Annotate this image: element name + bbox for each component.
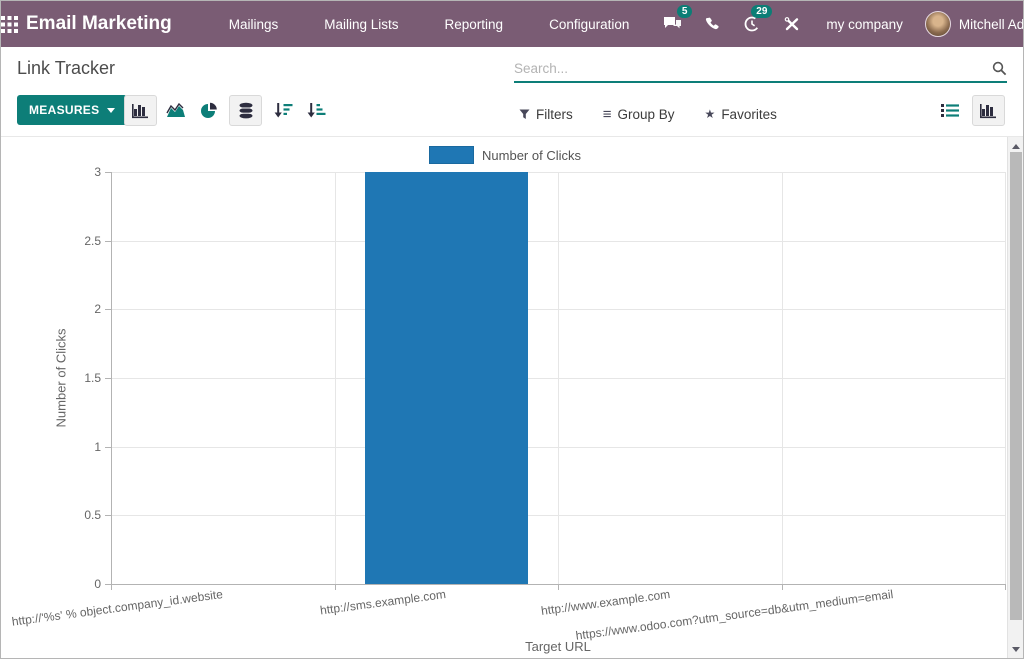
- graph-view-icon: [979, 102, 998, 119]
- sort-descending-button[interactable]: [267, 95, 300, 126]
- top-navbar: Email Marketing Mailings Mailing Lists R…: [1, 1, 1023, 47]
- search-box: [514, 55, 1007, 83]
- user-menu[interactable]: Mitchell Admin: [925, 11, 1024, 37]
- graph-view-button[interactable]: [972, 95, 1005, 126]
- apps-menu-button[interactable]: [1, 1, 18, 47]
- phone-icon: [704, 16, 720, 32]
- control-panel-toolbar: MEASURES: [1, 91, 1023, 137]
- sort-ascending-button[interactable]: [300, 95, 333, 126]
- messages-badge: 5: [677, 5, 693, 18]
- triangle-down-icon: [1012, 647, 1020, 652]
- scroll-up-arrow[interactable]: [1008, 139, 1024, 153]
- area-chart-icon: [166, 103, 186, 119]
- x-tick-mark: [335, 584, 336, 590]
- sort-asc-icon: [307, 102, 326, 119]
- filters-button[interactable]: Filters: [519, 107, 573, 122]
- measures-button[interactable]: MEASURES: [17, 95, 127, 125]
- x-category-label: http://'%s' % object.company_id.website: [11, 587, 224, 629]
- chevron-down-icon: [107, 108, 115, 113]
- pie-chart-icon: [200, 102, 218, 120]
- chart-legend[interactable]: Number of Clicks: [1, 146, 1009, 164]
- group-by-label: Group By: [618, 107, 675, 122]
- bar-chart-icon: [131, 102, 150, 119]
- bar-chart-mode-button[interactable]: [124, 95, 157, 126]
- messages-icon: [663, 16, 682, 33]
- stacked-toggle-button[interactable]: [229, 95, 262, 126]
- x-category-label: http://sms.example.com: [319, 587, 446, 617]
- messages-button[interactable]: 5: [652, 1, 692, 47]
- search-facets: Filters ≡ Group By ★ Favorites: [519, 91, 777, 137]
- search-input[interactable]: [514, 61, 987, 76]
- legend-swatch: [429, 146, 474, 164]
- y-tick-label: 3: [1, 165, 101, 180]
- v-gridline: [111, 172, 112, 584]
- tools-button[interactable]: [772, 1, 812, 47]
- x-tick-mark: [782, 584, 783, 590]
- v-gridline: [782, 172, 783, 584]
- y-tick-label: 1: [1, 440, 101, 455]
- vertical-scrollbar[interactable]: [1007, 137, 1023, 659]
- y-tick-label: 0: [1, 577, 101, 592]
- favorites-button[interactable]: ★ Favorites: [705, 107, 777, 122]
- graph-view: Number of Clicks Number of Clicks Target…: [1, 137, 1009, 659]
- triangle-up-icon: [1012, 144, 1020, 149]
- measures-label: MEASURES: [29, 103, 99, 117]
- view-switcher: [933, 95, 1005, 126]
- avatar: [925, 11, 951, 37]
- company-switcher[interactable]: my company: [812, 17, 925, 32]
- list-view-button[interactable]: [933, 95, 966, 126]
- list-view-icon: [941, 103, 959, 118]
- main-menu: Mailings Mailing Lists Reporting Configu…: [206, 1, 653, 47]
- line-chart-mode-button[interactable]: [159, 95, 192, 126]
- star-icon: ★: [705, 107, 716, 121]
- scroll-down-arrow[interactable]: [1008, 642, 1024, 656]
- control-panel-top: Link Tracker: [1, 47, 1023, 91]
- y-tick-label: 1.5: [1, 371, 101, 386]
- x-tick-mark: [1005, 584, 1006, 590]
- group-by-icon: ≡: [603, 106, 612, 123]
- stacked-icon: [238, 102, 254, 120]
- scrollbar-thumb[interactable]: [1010, 152, 1022, 620]
- x-category-label: http://www.example.com: [540, 587, 671, 618]
- filters-label: Filters: [536, 107, 573, 122]
- apps-grid-icon: [1, 16, 18, 33]
- v-gridline: [1005, 172, 1006, 584]
- sort-desc-icon: [274, 102, 293, 119]
- y-tick-label: 2.5: [1, 234, 101, 249]
- menu-reporting[interactable]: Reporting: [422, 1, 527, 47]
- x-tick-mark: [111, 584, 112, 590]
- chart-bar[interactable]: [365, 172, 528, 584]
- filter-icon: [519, 109, 530, 120]
- app-title: Email Marketing: [26, 13, 172, 35]
- legend-label: Number of Clicks: [482, 148, 581, 163]
- v-gridline: [558, 172, 559, 584]
- menu-mailing-lists[interactable]: Mailing Lists: [301, 1, 421, 47]
- x-tick-mark: [558, 584, 559, 590]
- app-window: Email Marketing Mailings Mailing Lists R…: [0, 0, 1024, 659]
- systray: 5 29 my company Mitchell A: [652, 1, 1024, 47]
- v-gridline: [335, 172, 336, 584]
- search-icon[interactable]: [987, 61, 1007, 76]
- phone-button[interactable]: [692, 1, 732, 47]
- menu-configuration[interactable]: Configuration: [526, 1, 652, 47]
- activities-button[interactable]: 29: [732, 1, 772, 47]
- menu-mailings[interactable]: Mailings: [206, 1, 302, 47]
- activities-badge: 29: [751, 5, 772, 18]
- tools-icon: [784, 16, 800, 32]
- y-tick-label: 2: [1, 302, 101, 317]
- favorites-label: Favorites: [721, 107, 777, 122]
- user-name: Mitchell Admin: [959, 17, 1024, 32]
- pie-chart-mode-button[interactable]: [192, 95, 225, 126]
- group-by-button[interactable]: ≡ Group By: [603, 106, 675, 123]
- page-title: Link Tracker: [17, 58, 115, 79]
- y-tick-label: 0.5: [1, 508, 101, 523]
